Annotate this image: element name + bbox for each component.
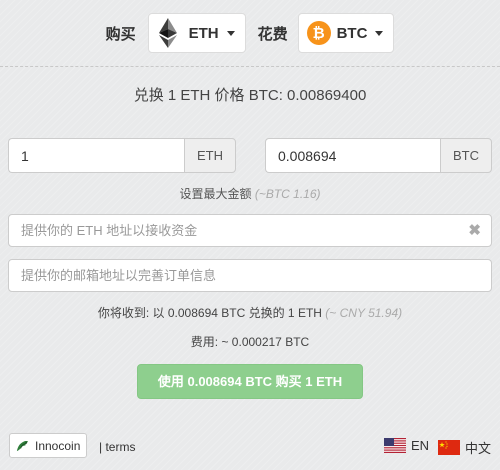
eth-address-input[interactable] — [9, 215, 491, 246]
eth-address-field: ✖ — [8, 214, 492, 247]
fee-text: 费用: ~ 0.000217 BTC — [190, 335, 310, 349]
language-en[interactable]: EN — [384, 438, 429, 453]
spend-coin-label: BTC — [336, 24, 368, 42]
brand-button[interactable]: Innocoin — [9, 433, 88, 458]
buy-coin-dropdown[interactable]: ETH — [147, 13, 246, 53]
currency-selector-bar: 购买 ETH 花费 ₿ BTC — [0, 0, 500, 66]
close-icon[interactable]: ✖ — [468, 221, 481, 241]
buy-coin-label: ETH — [188, 24, 219, 42]
footer: Innocoin | terms EN 中文 — [0, 430, 500, 463]
buy-amount-input[interactable] — [8, 138, 184, 173]
language-zh[interactable]: 中文 — [438, 438, 491, 457]
receive-summary: 你将收到: 以 0.008694 BTC 兑换的 1 ETH (~ CNY 51… — [0, 304, 500, 321]
max-amount-hint: (~BTC 1.16) — [254, 187, 321, 201]
ethereum-icon — [158, 18, 177, 48]
us-flag-icon — [384, 438, 406, 453]
spend-amount-group: BTC — [265, 138, 492, 173]
email-input[interactable] — [9, 260, 491, 291]
chevron-down-icon — [226, 30, 235, 36]
section-divider — [0, 66, 500, 67]
chevron-down-icon — [375, 30, 384, 36]
exchange-rate-text: 兑换 1 ETH 价格 BTC: 0.00869400 — [133, 87, 367, 104]
receive-text: 你将收到: 以 0.008694 BTC 兑换的 1 ETH — [97, 306, 322, 320]
bitcoin-icon: ₿ — [306, 21, 331, 45]
terms-link[interactable]: | terms — [99, 440, 135, 454]
buy-button[interactable]: 使用 0.008694 BTC 购买 1 ETH — [137, 364, 363, 399]
email-field — [8, 259, 492, 292]
buy-label: 购买 — [105, 25, 136, 43]
spend-coin-dropdown[interactable]: ₿ BTC — [297, 13, 395, 53]
spend-label: 花费 — [257, 25, 288, 43]
set-max-amount-label[interactable]: 设置最大金额 — [179, 187, 251, 201]
buy-amount-group: ETH — [8, 138, 236, 173]
brand-label: Innocoin — [35, 438, 81, 453]
set-max-amount[interactable]: 设置最大金额 (~BTC 1.16) — [0, 185, 500, 202]
language-zh-label: 中文 — [465, 441, 492, 456]
innocoin-logo-icon — [16, 441, 29, 452]
language-en-label: EN — [411, 438, 430, 453]
spend-amount-unit: BTC — [440, 138, 492, 173]
china-flag-icon — [438, 440, 460, 455]
buy-amount-unit: ETH — [184, 138, 236, 173]
spend-amount-input[interactable] — [265, 138, 440, 173]
receive-hint: (~ CNY 51.94) — [325, 306, 403, 320]
